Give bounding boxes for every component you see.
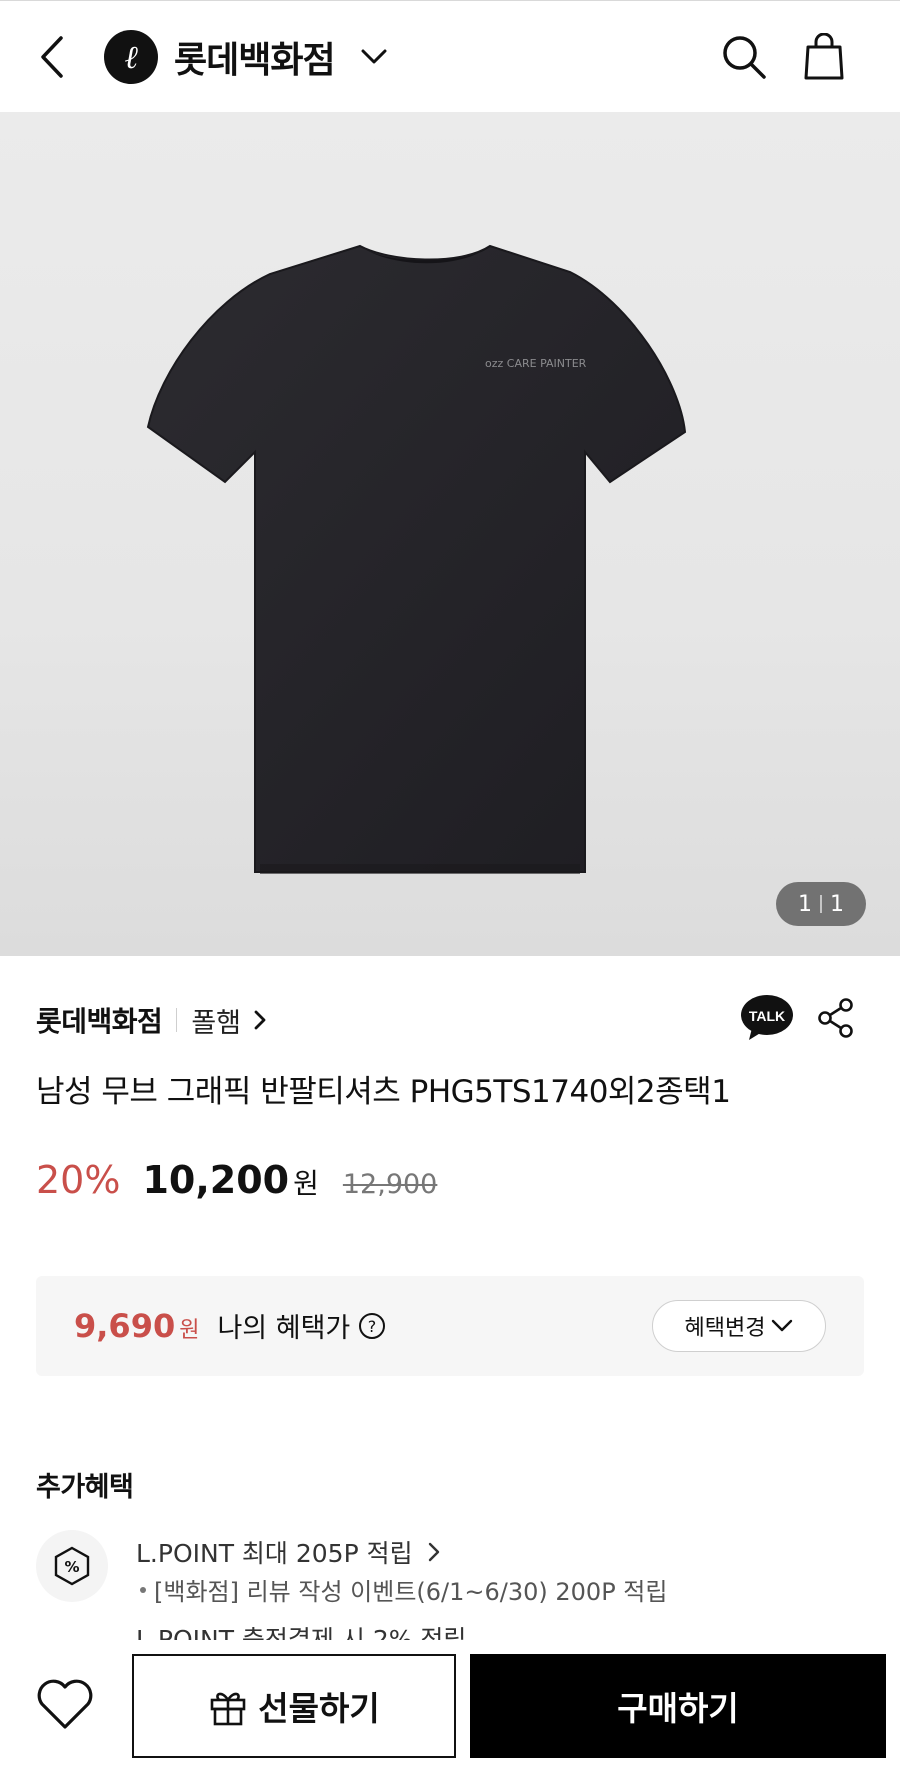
- product-image-gallery[interactable]: ozz CARE PAINTER 1 1: [0, 112, 900, 956]
- shopping-bag-button[interactable]: [796, 27, 852, 87]
- lotte-logo-icon: ℓ: [104, 30, 158, 84]
- lpoint-charge-benefit[interactable]: L.POINT 충전결제 시 2% 적립: [136, 1624, 466, 1640]
- share-button[interactable]: [814, 994, 858, 1042]
- seller-row: 롯데백화점 폴햄: [36, 995, 271, 1045]
- brand-title: 롯데백화점: [174, 40, 336, 81]
- my-benefit-box: 9,690 원 나의 혜택가 ? 혜택변경: [36, 1276, 864, 1376]
- original-price: 12,900: [342, 1169, 438, 1200]
- wishlist-button[interactable]: [30, 1670, 100, 1740]
- review-event-text: [백화점] 리뷰 작성 이벤트(6/1~6/30) 200P 적립: [140, 1572, 667, 1607]
- svg-text:TALK: TALK: [749, 1008, 785, 1024]
- gift-icon: [210, 1692, 246, 1726]
- chevron-left-icon: [41, 36, 63, 78]
- heart-icon: [37, 1679, 93, 1729]
- benefit-change-button[interactable]: 혜택변경: [652, 1300, 826, 1352]
- buy-button[interactable]: 구매하기: [470, 1654, 886, 1758]
- search-button[interactable]: [716, 29, 772, 85]
- lpoint-benefit-link[interactable]: L.POINT 최대 205P 적립: [136, 1534, 441, 1570]
- benefit-price: 9,690: [74, 1307, 176, 1345]
- benefit-currency: 원: [179, 1318, 200, 1343]
- search-icon: [723, 36, 766, 79]
- brand-selector[interactable]: ℓ 롯데백화점: [104, 27, 391, 87]
- svg-text:%: %: [64, 1558, 79, 1576]
- gift-button[interactable]: 선물하기: [132, 1654, 456, 1758]
- brand-link[interactable]: 폴햄: [191, 1001, 241, 1040]
- chevron-right-icon[interactable]: [253, 1008, 271, 1032]
- image-counter: 1 1: [776, 882, 866, 926]
- chevron-down-icon[interactable]: [357, 40, 391, 74]
- help-icon[interactable]: ?: [358, 1312, 386, 1340]
- talk-button[interactable]: TALK: [740, 994, 794, 1042]
- talk-chat-icon: TALK: [741, 995, 793, 1040]
- price-row: 20% 10,200 원 12,900: [36, 1158, 437, 1214]
- shirt-print: ozz CARE PAINTER: [485, 357, 587, 370]
- extra-benefit-title: 추가혜택: [36, 1472, 134, 1503]
- top-header: ℓ 롯데백화점: [0, 0, 900, 112]
- bottom-action-bar: 선물하기 구매하기: [0, 1640, 900, 1775]
- percent-badge-icon: %: [36, 1530, 108, 1602]
- benefit-label: 나의 혜택가: [217, 1313, 351, 1344]
- chevron-down-icon: [772, 1319, 793, 1332]
- back-button[interactable]: [30, 29, 74, 85]
- currency-unit: 원: [293, 1167, 319, 1200]
- shopping-bag-icon: [804, 33, 844, 80]
- product-title: 남성 무브 그래픽 반팔티셔츠 PHG5TS1740외2종택1: [36, 1074, 731, 1110]
- sale-price: 10,200: [142, 1158, 290, 1202]
- store-name: 롯데백화점: [36, 1005, 163, 1038]
- svg-text:?: ?: [368, 1317, 377, 1336]
- chevron-right-icon: [427, 1541, 441, 1563]
- discount-rate: 20%: [36, 1158, 121, 1202]
- tshirt-image: ozz CARE PAINTER: [146, 244, 687, 874]
- share-icon: [818, 998, 853, 1038]
